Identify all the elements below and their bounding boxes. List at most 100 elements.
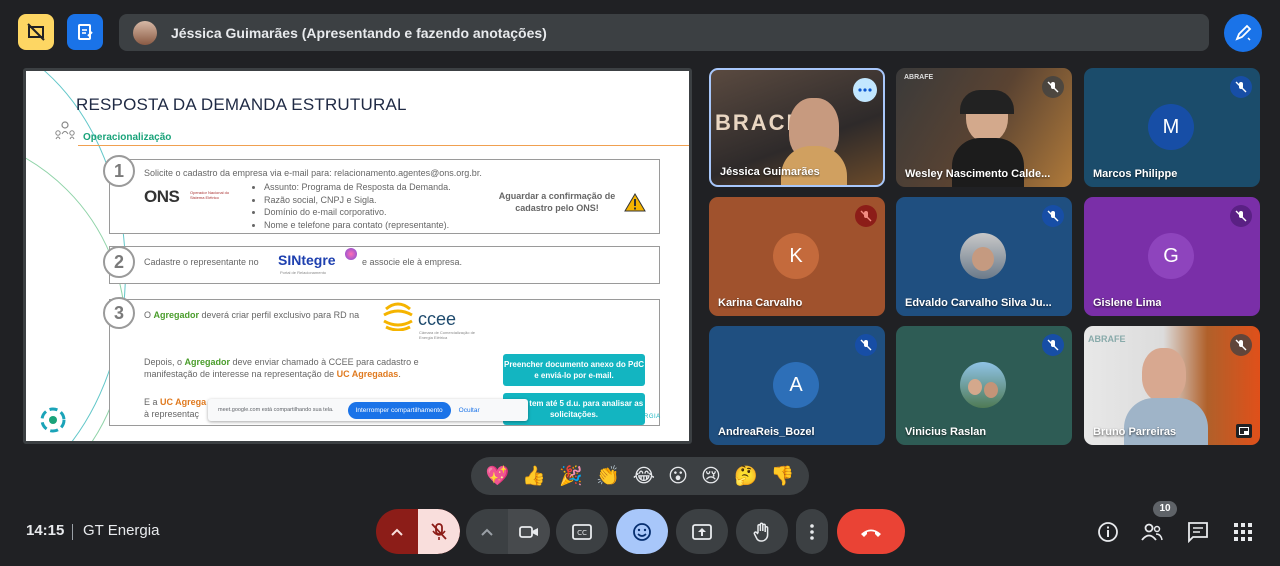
text-run: Depois, o [144,357,185,367]
people-icon [54,121,76,146]
avatar-photo [984,382,998,398]
more-options-icon[interactable] [853,78,877,102]
step1-number: 1 [103,155,135,187]
note-line: cadastro pelo ONS! [515,203,599,213]
mic-off-button[interactable] [418,509,460,554]
mic-off-icon [431,522,447,540]
reaction-heart-icon[interactable]: 💖 [486,467,510,486]
reaction-thumbs-down-icon[interactable]: 👎 [771,467,795,486]
mic-control-group [376,509,460,554]
uc-highlight: UC Agregadas [336,369,399,379]
camera-options-button[interactable] [466,509,508,554]
participant-tile[interactable]: BRACE Jéssica Guimarães [709,68,885,187]
participant-name: AndreaReis_Bozel [718,426,815,438]
pip-icon[interactable] [1236,424,1252,438]
hide-button[interactable]: Ocultar [459,407,480,414]
avatar: G [1148,233,1194,279]
text-run: deve enviar chamado à CCEE para cadastro… [230,357,419,367]
camera-control-group [466,509,550,554]
reaction-sad-icon[interactable]: 😢 [701,467,721,486]
step2-number: 2 [103,246,135,278]
camera-icon [519,525,538,538]
present-button[interactable] [676,509,728,554]
text-run: manifestação de interesse na representaç… [144,369,337,379]
participant-name: Wesley Nascimento Calde... [905,168,1051,180]
avatar-photo [972,247,994,271]
participant-tile[interactable]: ABRAFE Wesley Nascimento Calde... [896,68,1072,187]
reaction-thumbs-up-icon[interactable]: 👍 [522,467,546,486]
meeting-name: GT Energia [83,522,160,539]
mic-off-icon [1042,205,1064,227]
camera-button[interactable] [508,509,550,554]
text-run: deverá criar perfil exclusivo para RD na [199,310,360,320]
no-presentation-icon[interactable] [18,14,54,50]
headset [960,90,1014,114]
warning-icon [624,193,646,217]
presenter-banner: Jéssica Guimarães (Apresentando e fazend… [119,14,1209,51]
sintegre-mark-icon [345,248,357,260]
present-icon [692,523,712,540]
note-line: Aguardar a confirmação de [498,191,616,201]
slide-title: RESPOSTA DA DEMANDA ESTRUTURAL [76,95,407,114]
activities-icon[interactable] [1231,520,1255,544]
stop-sharing-button[interactable]: Interromper compartilhamento [347,401,451,419]
participant-tile[interactable]: A AndreaReis_Bozel [709,326,885,445]
step3-number: 3 [103,297,135,329]
annotate-pen-icon[interactable] [1224,14,1262,52]
reaction-party-icon[interactable]: 🎉 [559,467,583,486]
reaction-thinking-icon[interactable]: 🤔 [734,467,758,486]
divider [78,145,689,146]
reaction-laugh-icon[interactable]: 😂 [633,467,655,486]
ccee-logo-sub: Câmara de Comercialização de Energia Elé… [419,330,476,340]
reactions-button[interactable] [616,509,668,554]
emoji-icon [633,522,651,541]
avatar: K [773,233,819,279]
notes-icon[interactable] [67,14,103,50]
reaction-clap-icon[interactable]: 👏 [596,467,620,486]
avatar: M [1148,104,1194,150]
step3-paragraph2: Depois, o Agregador deve enviar chamado … [144,356,474,380]
slide-subheading: Operacionalização [83,132,172,143]
info-icon[interactable] [1096,520,1120,544]
avatar-photo [968,379,982,395]
participant-name: Karina Carvalho [718,297,803,309]
list-item: Razão social, CNPJ e Sigla. [264,194,451,207]
avatar [960,362,1006,408]
participant-tile[interactable]: ABRAFE Bruno Parreiras [1084,326,1260,445]
chevron-up-icon [481,528,493,536]
raise-hand-button[interactable] [736,509,788,554]
participant-tile[interactable]: Edvaldo Carvalho Silva Ju... [896,197,1072,316]
captions-icon: CC [572,523,592,540]
list-item: Domínio do e-mail corporativo. [264,206,451,219]
abrafe-overlay: ABRAFE [1088,334,1126,344]
more-vert-icon [810,523,814,540]
share-notice: meet.google.com está compartilhando sua … [218,407,334,413]
abrafe-overlay: ABRAFE [904,74,934,81]
participant-tile[interactable]: G Gislene Lima [1084,197,1260,316]
participant-tile[interactable]: Vinicius Raslan [896,326,1072,445]
text-run: O [144,310,154,320]
list-item: Assunto: Programa de Resposta da Demanda… [264,181,451,194]
participant-tile[interactable]: K Karina Carvalho [709,197,885,316]
people-icon[interactable] [1140,520,1164,544]
avatar: A [773,362,819,408]
list-item: Nome e telefone para contato (representa… [264,219,451,232]
text-run: à representaç [144,409,200,419]
chat-icon[interactable] [1186,520,1210,544]
uc-highlight: UC Agrega [160,397,207,407]
mic-off-icon [855,205,877,227]
presenter-avatar [133,20,157,45]
screen-share-bar: meet.google.com está compartilhando sua … [208,399,528,421]
more-options-button[interactable] [796,509,828,554]
ons-logo: ONS [144,187,180,206]
captions-button[interactable]: CC [556,509,608,554]
step2-text-after: e associe ele à empresa. [362,257,463,267]
leave-call-button[interactable] [837,509,905,554]
step1-text: Solicite o cadastro da empresa via e-mai… [144,168,482,178]
participant-tile[interactable]: M Marcos Philippe [1084,68,1260,187]
reaction-surprised-icon[interactable]: 😮 [668,467,688,486]
presenter-text: Jéssica Guimarães (Apresentando e fazend… [171,24,547,41]
mic-options-button[interactable] [376,509,418,554]
sintegre-logo: SINtegre [278,252,336,268]
agregador-highlight: Agregador [153,310,200,320]
